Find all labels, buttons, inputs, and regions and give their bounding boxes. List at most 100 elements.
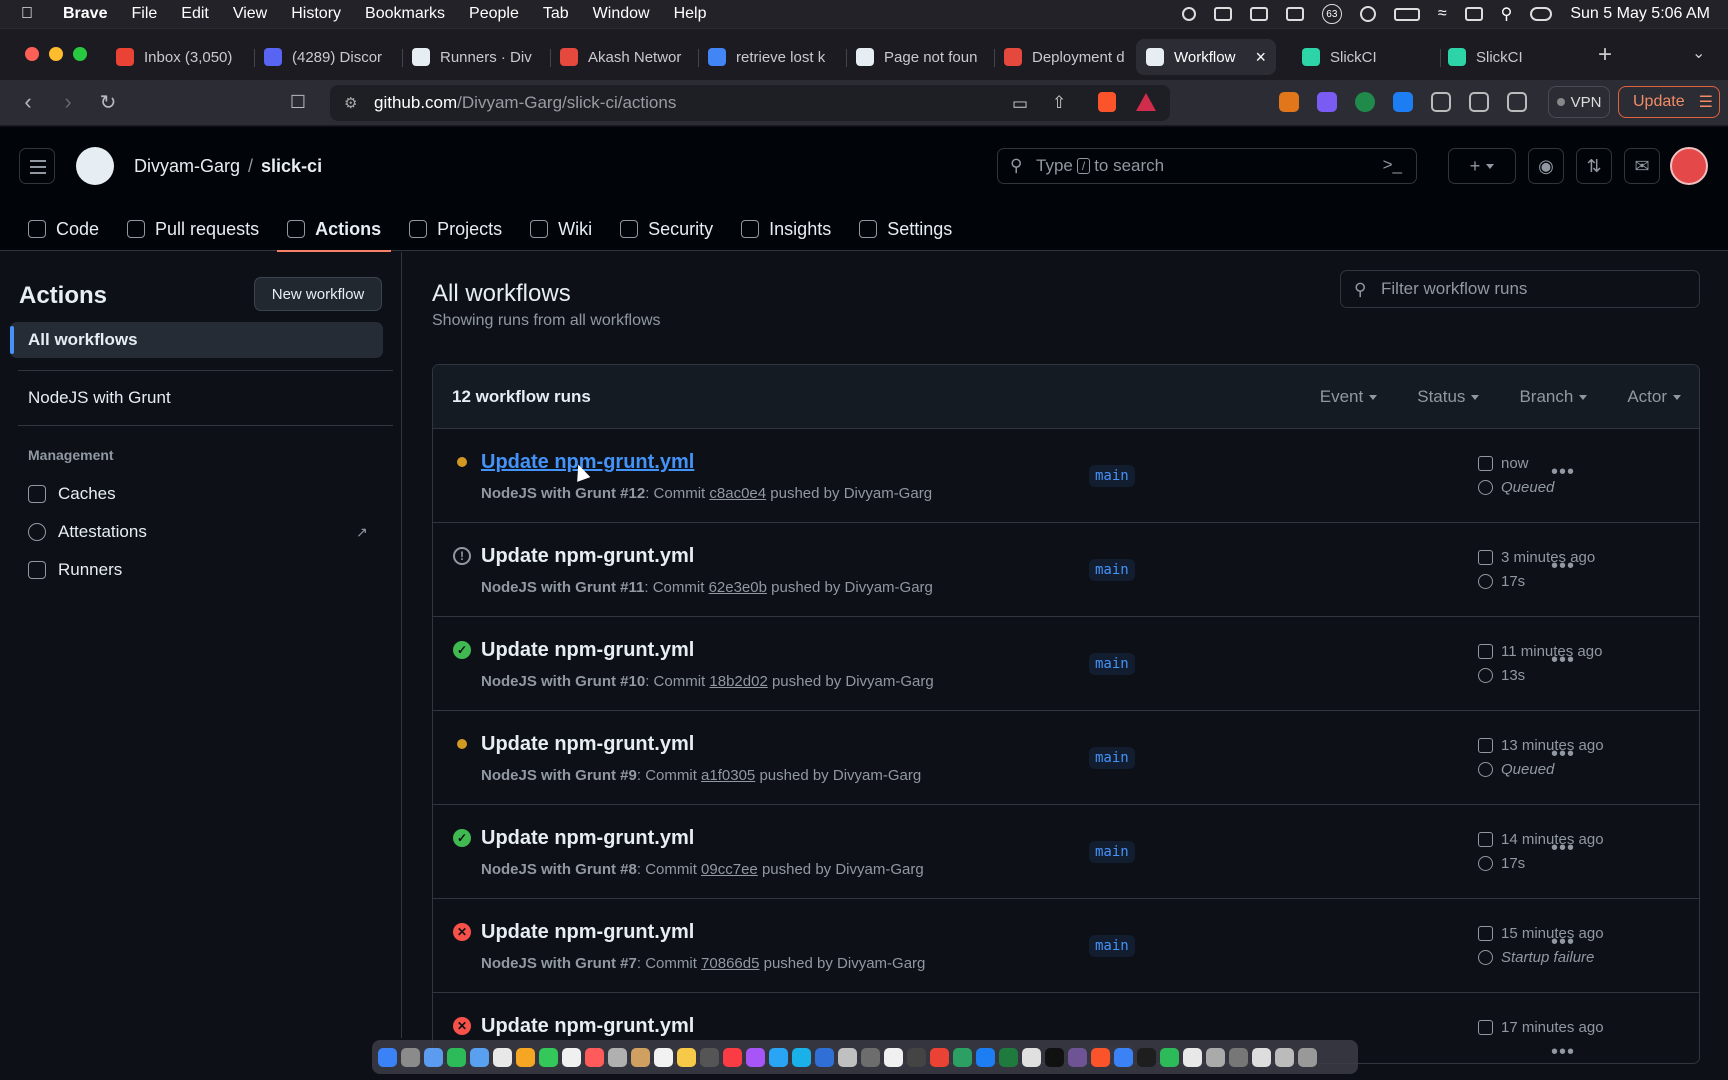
menu-help[interactable]: Help <box>674 5 707 23</box>
dock-app-icon[interactable] <box>1068 1047 1087 1067</box>
vpn-button[interactable]: VPN <box>1548 86 1610 118</box>
filter-actor-dropdown[interactable]: Actor <box>1627 387 1681 407</box>
new-workflow-button[interactable]: New workflow <box>254 277 382 311</box>
browser-tab[interactable]: Page not foun <box>856 39 986 75</box>
run-commit-sha[interactable]: 09cc7ee <box>701 861 758 878</box>
wifi-icon[interactable]: ≈ <box>1438 5 1447 23</box>
menu-clock[interactable]: Sun 5 May 5:06 AM <box>1570 5 1710 23</box>
dock-app-icon[interactable] <box>608 1047 627 1067</box>
browser-tab[interactable]: Deployment d <box>1004 39 1134 75</box>
repo-name-link[interactable]: slick-ci <box>261 156 322 176</box>
browser-tab[interactable]: SlickCI <box>1302 39 1432 75</box>
run-commit-sha[interactable]: 18b2d02 <box>709 673 767 690</box>
extension-k-icon[interactable] <box>1393 92 1413 112</box>
tab-security[interactable]: Security <box>610 207 723 251</box>
browser-tab[interactable]: Workflow × <box>1136 39 1276 75</box>
run-commit-sha[interactable]: c8ac0e4 <box>709 485 766 502</box>
new-tab-icon[interactable]: + <box>1598 41 1612 69</box>
filter-branch-dropdown[interactable]: Branch <box>1519 387 1588 407</box>
run-actor[interactable]: Divyam-Garg <box>833 767 921 784</box>
branch-label[interactable]: main <box>1089 559 1135 581</box>
menu-file[interactable]: File <box>131 5 157 23</box>
sidebar-item-all-workflows[interactable]: All workflows <box>10 322 383 358</box>
record-icon[interactable] <box>1181 7 1196 21</box>
dock-app-icon[interactable] <box>953 1047 972 1067</box>
kebab-menu-icon[interactable]: ••• <box>1551 555 1575 578</box>
avatar[interactable] <box>1670 147 1708 185</box>
dock-app-icon[interactable] <box>930 1047 949 1067</box>
run-commit-sha[interactable]: 70866d5 <box>701 955 759 972</box>
dock-app-icon[interactable] <box>1206 1047 1225 1067</box>
run-commit-sha[interactable]: 62e3e0b <box>709 579 767 596</box>
dock-app-icon[interactable] <box>700 1047 719 1067</box>
maximize-window-icon[interactable] <box>73 47 87 61</box>
run-title-link[interactable]: Update npm-grunt.yml <box>481 733 694 756</box>
dock-app-icon[interactable] <box>1229 1047 1248 1067</box>
dock-app-icon[interactable] <box>631 1047 650 1067</box>
menu-edit[interactable]: Edit <box>181 5 209 23</box>
dock-app-icon[interactable] <box>907 1047 926 1067</box>
sidebar-toggle-icon[interactable] <box>1469 92 1489 112</box>
sidebar-item-nodejs-with-grunt[interactable]: NodeJS with Grunt <box>28 388 171 408</box>
share-icon[interactable]: ⇧ <box>1052 93 1066 113</box>
table-row[interactable]: Update npm-grunt.yml NodeJS with Grunt #9… <box>433 711 1699 805</box>
browser-tab[interactable]: (4289) Discor <box>264 39 394 75</box>
dock-app-icon[interactable] <box>861 1047 880 1067</box>
play-circle-icon[interactable] <box>1359 6 1376 22</box>
inbox-button[interactable]: ✉ <box>1624 148 1660 184</box>
run-title-link[interactable]: Update npm-grunt.yml <box>481 545 694 568</box>
tab-wiki[interactable]: Wiki <box>520 207 602 251</box>
browser-tab[interactable]: Runners · Div <box>412 39 542 75</box>
battery-icon[interactable] <box>1393 7 1420 21</box>
dock-app-icon[interactable] <box>1091 1047 1110 1067</box>
run-actor[interactable]: Divyam-Garg <box>837 955 925 972</box>
issues-button[interactable]: ◉ <box>1528 148 1564 184</box>
dock-app-icon[interactable] <box>1160 1047 1179 1067</box>
run-commit-sha[interactable]: a1f0305 <box>701 767 755 784</box>
dock-app-icon[interactable] <box>746 1047 765 1067</box>
close-window-icon[interactable] <box>25 47 39 61</box>
browser-tab[interactable]: SlickCI <box>1448 39 1578 75</box>
dock-app-icon[interactable] <box>562 1047 581 1067</box>
dock-app-icon[interactable] <box>424 1047 443 1067</box>
dock-app-icon[interactable] <box>723 1047 742 1067</box>
dock-app-icon[interactable] <box>884 1047 903 1067</box>
status-app-icon[interactable] <box>1213 7 1232 21</box>
repo-owner-link[interactable]: Divyam-Garg <box>134 156 240 176</box>
back-icon[interactable]: ‹ <box>14 88 42 116</box>
branch-label[interactable]: main <box>1089 465 1135 487</box>
branch-label[interactable]: main <box>1089 935 1135 957</box>
tab-actions[interactable]: Actions <box>277 207 392 252</box>
create-new-button[interactable]: + <box>1448 148 1516 184</box>
dock-app-icon[interactable] <box>677 1047 696 1067</box>
run-actor[interactable]: Divyam-Garg <box>845 579 933 596</box>
browser-update-button[interactable]: Update ☰ <box>1618 86 1720 118</box>
run-actor[interactable]: Divyam-Garg <box>845 673 933 690</box>
dock-app-icon[interactable] <box>769 1047 788 1067</box>
dock-app-icon[interactable] <box>792 1047 811 1067</box>
kebab-menu-icon[interactable]: ••• <box>1551 837 1575 860</box>
table-row[interactable]: Update npm-grunt.yml NodeJS with Grunt #1… <box>433 429 1699 523</box>
menu-view[interactable]: View <box>233 5 267 23</box>
calendar-icon[interactable] <box>1249 7 1268 21</box>
dock-app-icon[interactable] <box>493 1047 512 1067</box>
branch-label[interactable]: main <box>1089 653 1135 675</box>
tab-projects[interactable]: Projects <box>399 207 512 251</box>
github-search-input[interactable]: ⚲ Type / to search >_ <box>997 148 1417 184</box>
tab-code[interactable]: Code <box>18 207 109 251</box>
sidebar-item-caches[interactable]: Caches <box>28 484 116 504</box>
brave-shields-icon[interactable] <box>1098 92 1116 112</box>
dock-app-icon[interactable] <box>1114 1047 1133 1067</box>
filter-workflow-runs-input[interactable]: ⚲ Filter workflow runs <box>1340 270 1700 308</box>
kebab-menu-icon[interactable]: ••• <box>1551 649 1575 672</box>
menu-people[interactable]: People <box>469 5 519 23</box>
dock-app-icon[interactable] <box>585 1047 604 1067</box>
bookmark-icon[interactable]: ☐ <box>284 88 312 116</box>
extensions-puzzle-icon[interactable] <box>1431 92 1451 112</box>
dock-app-icon[interactable] <box>654 1047 673 1067</box>
metamask-extension-icon[interactable] <box>1279 92 1299 112</box>
dock-app-icon[interactable] <box>401 1047 420 1067</box>
kebab-menu-icon[interactable]: ••• <box>1551 1041 1575 1063</box>
tab-pull-requests[interactable]: Pull requests <box>117 207 269 251</box>
pull-requests-button[interactable]: ⇅ <box>1576 148 1612 184</box>
